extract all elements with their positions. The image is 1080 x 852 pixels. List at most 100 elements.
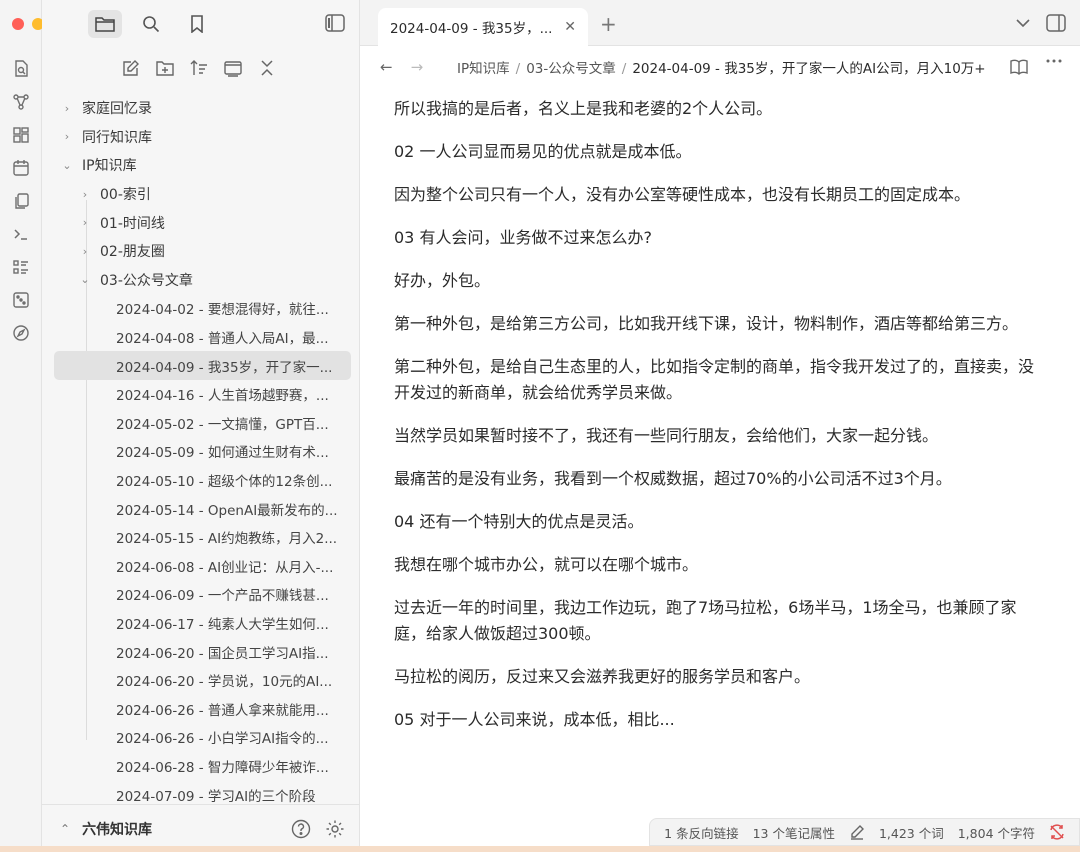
compass-icon[interactable]: [10, 322, 32, 344]
chevron-down-icon: ⌄: [62, 158, 72, 172]
file-explorer-sidebar: › 家庭回忆录 › 同行知识库 ⌄ IP知识库 › 00-索引 › 01-时间线 › 02-…: [42, 0, 360, 852]
copy-files-icon[interactable]: [10, 190, 32, 212]
forward-arrow-icon[interactable]: →: [411, 58, 424, 76]
folder-ip-knowledge[interactable]: ⌄ IP知识库: [54, 151, 351, 180]
tab-title: 2024-04-09 - 我35岁，...: [390, 21, 553, 37]
chevron-up-down-icon: ⌃: [60, 821, 71, 836]
paragraph: 第一种外包，是给第三方公司，比如我开线下课，设计，物料制作，酒店等都给第三方。: [394, 314, 1019, 333]
vault-name: 六伟知识库: [82, 821, 153, 838]
breadcrumb-item[interactable]: 03-公众号文章: [526, 61, 616, 77]
help-icon[interactable]: [291, 819, 311, 839]
file-item[interactable]: 2024-05-14 - OpenAI最新发布的...: [54, 494, 351, 523]
paragraph: 过去近一年的时间里，我边工作边玩，跑了7场马拉松，6场半马，1场全马，也兼顾了家…: [394, 598, 1017, 643]
chevron-right-icon: ›: [82, 216, 88, 230]
file-item[interactable]: 2024-06-28 - 智力障碍少年被诈...: [54, 752, 351, 781]
chevron-right-icon: ›: [82, 187, 88, 201]
file-item[interactable]: 2024-05-10 - 超级个体的12条创...: [54, 466, 351, 495]
settings-gear-icon[interactable]: [325, 819, 345, 839]
paragraph: 因为整个公司只有一个人，没有办公室等硬性成本，也没有长期员工的固定成本。: [394, 185, 971, 204]
file-tree: › 家庭回忆录 › 同行知识库 ⌄ IP知识库 › 00-索引 › 01-时间线 › 02-…: [54, 94, 351, 809]
search-file-icon[interactable]: [10, 58, 32, 80]
tab-bar: 2024-04-09 - 我35岁，... ✕ +: [360, 0, 1080, 46]
file-item[interactable]: 2024-05-15 - AI约炮教练，月入2...: [54, 523, 351, 552]
graph-view-icon[interactable]: [10, 91, 32, 113]
edit-pencil-icon[interactable]: [849, 824, 865, 840]
toggle-sidebar-icon[interactable]: [325, 14, 345, 32]
paragraph: 04 还有一个特别大的优点是灵活。: [394, 512, 644, 531]
reading-view-book-icon[interactable]: [1010, 59, 1028, 75]
file-item[interactable]: 2024-06-08 - AI创业记：从月入-...: [54, 552, 351, 581]
auto-reveal-icon[interactable]: [222, 57, 244, 79]
new-folder-icon[interactable]: [154, 57, 176, 79]
close-window-button[interactable]: [12, 18, 24, 30]
new-tab-button[interactable]: +: [600, 12, 617, 36]
files-folder-icon[interactable]: [88, 10, 122, 38]
file-item[interactable]: 2024-06-17 - 纯素人大学生如何...: [54, 609, 351, 638]
close-tab-icon[interactable]: ✕: [564, 19, 576, 35]
note-header: ← → IP知识库/03-公众号文章/2024-04-09 - 我35岁，开了家…: [360, 46, 1080, 88]
file-item[interactable]: 2024-06-09 - 一个产品不赚钱甚...: [54, 580, 351, 609]
collapse-all-icon[interactable]: [256, 57, 278, 79]
paragraph: 最痛苦的是没有业务，我看到一个权威数据，超过70%的小公司活不过3个月。: [394, 469, 952, 488]
file-item[interactable]: 2024-05-09 - 如何通过生财有术...: [54, 437, 351, 466]
breadcrumb: IP知识库/03-公众号文章/2024-04-09 - 我35岁，开了家一人的A…: [457, 61, 986, 77]
chevron-down-icon: ⌄: [80, 273, 90, 287]
char-count: 1,804 个字符: [957, 825, 1035, 841]
editor-pane: 2024-04-09 - 我35岁，... ✕ + ← → IP知识库/03-公…: [360, 0, 1080, 852]
folder-label: 家庭回忆录: [82, 101, 152, 118]
folder-label: 01-时间线: [100, 215, 165, 232]
tab-active-note[interactable]: 2024-04-09 - 我35岁，... ✕: [378, 8, 588, 46]
file-item[interactable]: 2024-06-20 - 国企员工学习AI指...: [54, 637, 351, 666]
file-item[interactable]: 2024-04-08 - 普通人入局AI，最...: [54, 323, 351, 352]
folder-index[interactable]: › 00-索引: [54, 180, 351, 209]
paragraph: 02 一人公司显而易见的优点就是成本低。: [394, 142, 692, 161]
note-content[interactable]: 所以我搞的是后者，名义上是我和老婆的2个人公司。 02 一人公司显而易见的优点就…: [394, 88, 1044, 822]
file-item[interactable]: 2024-04-16 - 人生首场越野赛，...: [54, 380, 351, 409]
tab-list-chevron-icon[interactable]: [1016, 18, 1030, 28]
outline-icon[interactable]: [10, 256, 32, 278]
folder-articles[interactable]: ⌄ 03-公众号文章: [54, 266, 351, 295]
paragraph: 03 有人会问，业务做不过来怎么办?: [394, 228, 652, 247]
file-item[interactable]: 2024-06-26 - 普通人拿来就能用...: [54, 694, 351, 723]
canvas-icon[interactable]: [10, 124, 32, 146]
file-item-selected[interactable]: 2024-04-09 - 我35岁，开了家一...: [54, 351, 351, 380]
paragraph: 所以我搞的是后者，名义上是我和老婆的2个人公司。: [394, 99, 773, 118]
vault-switcher[interactable]: ⌃ 六伟知识库: [42, 804, 359, 852]
sort-icon[interactable]: [188, 57, 210, 79]
breadcrumb-current[interactable]: 2024-04-09 - 我35岁，开了家一人的AI公司，月入10万+: [632, 61, 985, 77]
terminal-icon[interactable]: [10, 223, 32, 245]
file-item[interactable]: 2024-06-26 - 小白学习AI指令的...: [54, 723, 351, 752]
properties-count[interactable]: 13 个笔记属性: [753, 823, 835, 842]
folder-timeline[interactable]: › 01-时间线: [54, 208, 351, 237]
paragraph: 我想在哪个城市办公，就可以在哪个城市。: [394, 555, 699, 574]
more-options-icon[interactable]: [1046, 59, 1062, 75]
folder-label: 00-索引: [100, 187, 151, 204]
search-icon[interactable]: [134, 10, 168, 38]
folder-family-memoir[interactable]: › 家庭回忆录: [54, 94, 351, 123]
paragraph: 马拉松的阅历，反过来又会滋养我更好的服务学员和客户。: [394, 667, 811, 686]
folder-label: 02-朋友圈: [100, 244, 165, 261]
paragraph: 好办，外包。: [394, 271, 491, 290]
toggle-right-sidebar-icon[interactable]: [1046, 14, 1066, 32]
folder-label: 同行知识库: [82, 129, 152, 146]
folder-peer-knowledge[interactable]: › 同行知识库: [54, 123, 351, 152]
file-item[interactable]: 2024-05-02 - 一文搞懂，GPT百...: [54, 409, 351, 438]
breadcrumb-item[interactable]: IP知识库: [457, 61, 510, 77]
left-ribbon: [0, 0, 64, 852]
back-arrow-icon[interactable]: ←: [380, 58, 393, 76]
folder-label: IP知识库: [82, 158, 137, 175]
folder-label: 03-公众号文章: [100, 272, 193, 289]
calendar-icon[interactable]: [10, 157, 32, 179]
bookmark-icon[interactable]: [180, 10, 214, 38]
status-bar: 1 条反向链接 13 个笔记属性 1,423 个词 1,804 个字符: [649, 818, 1080, 846]
file-item[interactable]: 2024-04-02 - 要想混得好，就往...: [54, 294, 351, 323]
chevron-right-icon: ›: [64, 101, 70, 115]
file-item[interactable]: 2024-06-20 - 学员说，10元的AI...: [54, 666, 351, 695]
new-note-icon[interactable]: [120, 57, 142, 79]
random-note-icon[interactable]: [10, 289, 32, 311]
word-count: 1,423 个词: [878, 825, 944, 841]
folder-moments[interactable]: › 02-朋友圈: [54, 237, 351, 266]
backlinks-count[interactable]: 1 条反向链接: [664, 823, 738, 842]
sync-status-icon[interactable]: [1049, 824, 1065, 840]
paragraph: 05 对于一人公司来说，成本低，相比...: [394, 710, 675, 729]
